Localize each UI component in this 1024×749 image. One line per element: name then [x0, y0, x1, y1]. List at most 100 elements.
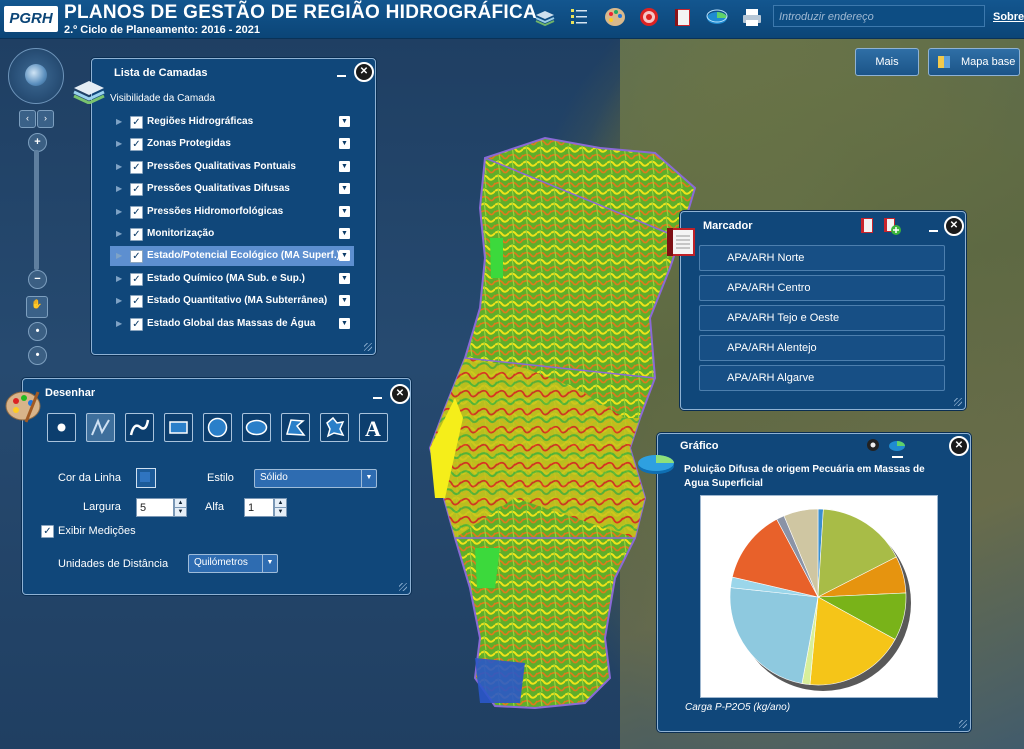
expand-arrow-icon[interactable]: ▶	[116, 251, 122, 260]
chart-type-icon[interactable]	[887, 439, 907, 453]
resize-handle[interactable]	[364, 343, 372, 351]
list-icon[interactable]	[567, 6, 591, 28]
rectangle-tool-icon[interactable]	[164, 413, 193, 442]
layers-icon[interactable]	[533, 6, 557, 28]
ellipse-tool-icon[interactable]	[242, 413, 271, 442]
layer-row[interactable]: ▶ ✓ Pressões Qualitativas Pontuais ▼	[110, 157, 354, 177]
freehand-line-tool-icon[interactable]	[86, 413, 115, 442]
alpha-input[interactable]: 1	[244, 498, 274, 517]
expand-arrow-icon[interactable]: ▶	[116, 229, 122, 238]
circle-tool-icon[interactable]	[203, 413, 232, 442]
zoom-box-out-icon[interactable]: •	[28, 346, 47, 365]
palette-icon[interactable]	[603, 6, 627, 28]
layer-options-dropdown-icon[interactable]: ▼	[339, 183, 350, 195]
zoom-out-button[interactable]: −	[28, 270, 47, 289]
print-icon[interactable]	[740, 6, 764, 28]
pie-chart	[729, 508, 911, 691]
layer-row[interactable]: ▶ ✓ Zonas Protegidas ▼	[110, 134, 354, 154]
zoom-box-in-icon[interactable]: •	[28, 322, 47, 341]
layer-visibility-checkbox[interactable]: ✓	[130, 228, 143, 241]
layer-row[interactable]: ▶ ✓ Regiões Hidrográficas ▼	[110, 112, 354, 132]
bookmark-item[interactable]: APA/ARH Centro	[699, 275, 945, 301]
minimize-icon[interactable]	[929, 230, 938, 232]
layer-options-dropdown-icon[interactable]: ▼	[339, 295, 350, 307]
bookmark-item[interactable]: APA/ARH Algarve	[699, 365, 945, 391]
expand-arrow-icon[interactable]: ▶	[116, 117, 122, 126]
bookmark-item[interactable]: APA/ARH Norte	[699, 245, 945, 271]
alpha-decrease-button[interactable]: ▼	[274, 507, 287, 517]
add-bookmark-icon[interactable]	[883, 217, 901, 235]
style-select[interactable]: Sólido ▼	[254, 469, 377, 488]
layer-visibility-checkbox[interactable]: ✓	[130, 317, 143, 331]
layer-row[interactable]: ▶ ✓ Pressões Qualitativas Difusas ▼	[110, 179, 354, 199]
layer-row[interactable]: ▶ ✓ Monitorização ▼	[110, 224, 354, 244]
width-decrease-button[interactable]: ▼	[174, 507, 187, 517]
layer-row[interactable]: ▶ ✓ Pressões Hidromorfológicas ▼	[110, 202, 354, 222]
expand-arrow-icon[interactable]: ▶	[116, 274, 122, 283]
bookmark-item[interactable]: APA/ARH Tejo e Oeste	[699, 305, 945, 331]
style-label: Estilo	[207, 472, 234, 484]
layer-visibility-checkbox[interactable]: ✓	[130, 160, 143, 174]
more-button[interactable]: Mais	[855, 48, 919, 76]
close-icon[interactable]: ✕	[390, 384, 410, 404]
layer-options-dropdown-icon[interactable]: ▼	[339, 317, 350, 329]
close-icon[interactable]: ✕	[944, 216, 964, 236]
previous-extent-button[interactable]: ‹	[19, 110, 36, 128]
resize-handle[interactable]	[399, 583, 407, 591]
pie-slice-7[interactable]	[729, 587, 819, 684]
layer-visibility-checkbox[interactable]: ✓	[130, 250, 143, 264]
curve-tool-icon[interactable]	[125, 413, 154, 442]
layer-visibility-checkbox[interactable]: ✓	[130, 295, 143, 309]
resize-handle[interactable]	[959, 720, 967, 728]
globe-icon[interactable]	[25, 64, 47, 86]
expand-arrow-icon[interactable]: ▶	[116, 139, 122, 148]
polygon-tool-icon[interactable]	[320, 413, 349, 442]
bookmark-book-icon[interactable]	[859, 217, 875, 235]
layer-options-dropdown-icon[interactable]: ▼	[339, 250, 350, 262]
layer-options-dropdown-icon[interactable]: ▼	[339, 116, 350, 127]
layer-options-dropdown-icon[interactable]: ▼	[339, 228, 350, 239]
expand-arrow-icon[interactable]: ▶	[116, 296, 122, 305]
chart-settings-icon[interactable]	[864, 437, 882, 453]
target-icon[interactable]	[637, 6, 661, 28]
minimize-icon[interactable]	[892, 456, 903, 458]
resize-handle[interactable]	[954, 398, 962, 406]
expand-arrow-icon[interactable]: ▶	[116, 184, 122, 193]
chart-icon[interactable]	[705, 6, 729, 28]
freehand-polygon-tool-icon[interactable]	[281, 413, 310, 442]
show-measurements-checkbox[interactable]: ✓	[41, 525, 54, 538]
layer-visibility-checkbox[interactable]: ✓	[130, 272, 143, 286]
width-input[interactable]: 5	[136, 498, 174, 517]
address-search-input[interactable]: Introduzir endereço	[773, 5, 985, 27]
text-tool-icon[interactable]: A	[359, 413, 388, 442]
layer-visibility-checkbox[interactable]: ✓	[130, 205, 143, 219]
minimize-icon[interactable]	[337, 75, 346, 77]
layer-row[interactable]: ▶ ✓ Estado/Potencial Ecológico (MA Superf.…	[110, 246, 354, 267]
layer-row[interactable]: ▶ ✓ Estado Químico (MA Sub. e Sup.) ▼	[110, 269, 354, 289]
minimize-icon[interactable]	[373, 397, 382, 399]
basemap-button[interactable]: Mapa base	[928, 48, 1020, 76]
distance-units-select[interactable]: Quilómetros ▼	[188, 554, 278, 573]
bookmark-book-icon[interactable]	[671, 6, 695, 28]
layer-options-dropdown-icon[interactable]: ▼	[339, 160, 350, 172]
zoom-slider[interactable]	[34, 150, 39, 270]
layer-visibility-checkbox[interactable]: ✓	[130, 116, 143, 129]
layer-options-dropdown-icon[interactable]: ▼	[339, 138, 350, 150]
close-icon[interactable]: ✕	[949, 436, 969, 456]
layer-visibility-checkbox[interactable]: ✓	[130, 138, 143, 152]
line-color-picker[interactable]	[136, 468, 156, 488]
pan-hand-icon[interactable]: ✋	[26, 296, 48, 318]
next-extent-button[interactable]: ›	[37, 110, 54, 128]
layer-options-dropdown-icon[interactable]: ▼	[339, 272, 350, 284]
bookmark-item[interactable]: APA/ARH Alentejo	[699, 335, 945, 361]
layer-visibility-checkbox[interactable]: ✓	[130, 183, 143, 197]
layer-row[interactable]: ▶ ✓ Estado Global das Massas de Água ▼	[110, 314, 354, 334]
layer-row[interactable]: ▶ ✓ Estado Quantitativo (MA Subterrânea) ▼	[110, 291, 354, 311]
layer-options-dropdown-icon[interactable]: ▼	[339, 205, 350, 217]
point-tool-icon[interactable]	[47, 413, 76, 442]
close-icon[interactable]: ✕	[354, 62, 374, 82]
expand-arrow-icon[interactable]: ▶	[116, 319, 122, 328]
about-link[interactable]: Sobre	[993, 11, 1024, 23]
expand-arrow-icon[interactable]: ▶	[116, 162, 122, 171]
expand-arrow-icon[interactable]: ▶	[116, 207, 122, 216]
